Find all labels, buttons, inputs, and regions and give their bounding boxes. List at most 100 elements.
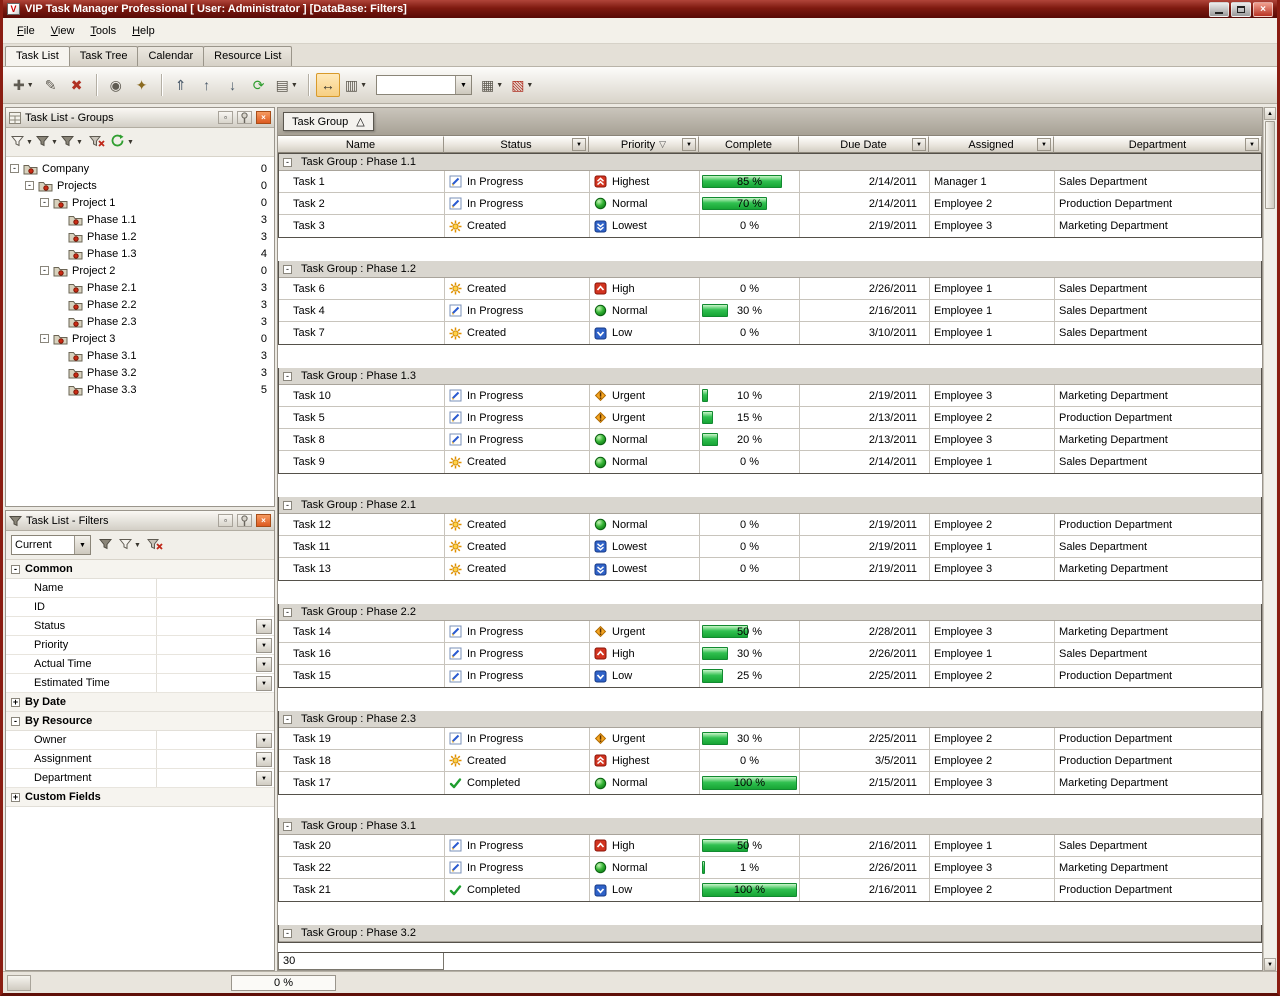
- cell-assigned[interactable]: Employee 1: [930, 835, 1055, 856]
- cell-complete[interactable]: 1 %: [700, 857, 800, 878]
- filter-dropdown-icon[interactable]: ▼: [256, 771, 272, 786]
- tree-item-phase-3-3[interactable]: Phase 3.35: [6, 381, 274, 398]
- task-row[interactable]: Task 13CreatedLowest0 %2/19/2011Employee…: [279, 558, 1261, 580]
- cell-complete[interactable]: 10 %: [700, 385, 800, 406]
- cell-status[interactable]: In Progress: [445, 728, 590, 749]
- cell-due-date[interactable]: 2/14/2011: [800, 451, 930, 473]
- cell-name[interactable]: Task 7: [279, 322, 445, 344]
- print-icon[interactable]: ▤▼: [273, 73, 301, 97]
- tree-item-projects[interactable]: -Projects0: [6, 177, 274, 194]
- cell-assigned[interactable]: Employee 2: [930, 193, 1055, 214]
- cell-assigned[interactable]: Employee 1: [930, 322, 1055, 344]
- cell-assigned[interactable]: Employee 2: [930, 750, 1055, 771]
- tree-item-phase-2-2[interactable]: Phase 2.23: [6, 296, 274, 313]
- task-row[interactable]: Task 6CreatedHigh0 %2/26/2011Employee 1S…: [279, 278, 1261, 300]
- cell-complete[interactable]: 0 %: [700, 278, 800, 299]
- filter-dropdown-icon[interactable]: ▼: [256, 752, 272, 767]
- cell-priority[interactable]: Normal: [590, 429, 700, 450]
- panel-minimize-button[interactable]: ▫: [218, 514, 233, 527]
- cell-name[interactable]: Task 12: [279, 514, 445, 535]
- dropdown-arrow-icon[interactable]: ▼: [76, 139, 83, 146]
- cell-due-date[interactable]: 2/28/2011: [800, 621, 930, 642]
- cell-assigned[interactable]: Employee 2: [930, 879, 1055, 901]
- task-row[interactable]: Task 9CreatedNormal0 %2/14/2011Employee …: [279, 451, 1261, 473]
- cell-priority[interactable]: Urgent: [590, 407, 700, 428]
- filter-dropdown-icon[interactable]: ▼: [256, 638, 272, 653]
- task-row[interactable]: Task 3CreatedLowest0 %2/19/2011Employee …: [279, 215, 1261, 237]
- cell-name[interactable]: Task 15: [279, 665, 445, 687]
- cell-department[interactable]: Marketing Department: [1055, 621, 1261, 642]
- cell-complete[interactable]: 85 %: [700, 171, 800, 192]
- pin-icon[interactable]: [237, 514, 252, 527]
- task-row[interactable]: Task 17CompletedNormal100 %2/15/2011Empl…: [279, 772, 1261, 794]
- column-header-assigned[interactable]: Assigned▼: [929, 136, 1054, 153]
- tree-item-project-3[interactable]: -Project 30: [6, 330, 274, 347]
- menu-file[interactable]: File: [9, 21, 43, 41]
- task-row[interactable]: Task 2In ProgressNormal70 %2/14/2011Empl…: [279, 193, 1261, 215]
- filter-dropdown-icon[interactable]: ▼: [256, 676, 272, 691]
- group-header-row[interactable]: -Task Group : Phase 2.1: [279, 497, 1261, 514]
- cell-status[interactable]: Created: [445, 536, 590, 557]
- scroll-up-icon[interactable]: ▲: [1264, 107, 1276, 120]
- task-row[interactable]: Task 14In ProgressUrgent50 %2/28/2011Emp…: [279, 621, 1261, 643]
- cell-status[interactable]: In Progress: [445, 300, 590, 321]
- cell-priority[interactable]: Low: [590, 322, 700, 344]
- menu-view[interactable]: View: [43, 21, 83, 41]
- cell-status[interactable]: Completed: [445, 772, 590, 794]
- cell-priority[interactable]: Lowest: [590, 558, 700, 580]
- tree-expander-icon[interactable]: -: [10, 164, 19, 173]
- cell-due-date[interactable]: 2/25/2011: [800, 665, 930, 687]
- menu-tools[interactable]: Tools: [82, 21, 124, 41]
- cell-assigned[interactable]: Employee 1: [930, 278, 1055, 299]
- task-row[interactable]: Task 10In ProgressUrgent10 %2/19/2011Emp…: [279, 385, 1261, 407]
- cell-name[interactable]: Task 9: [279, 451, 445, 473]
- cell-priority[interactable]: Highest: [590, 171, 700, 192]
- cell-status[interactable]: Created: [445, 278, 590, 299]
- cell-assigned[interactable]: Employee 1: [930, 536, 1055, 557]
- cell-due-date[interactable]: 2/26/2011: [800, 857, 930, 878]
- cell-status[interactable]: Completed: [445, 879, 590, 901]
- cell-priority[interactable]: Normal: [590, 300, 700, 321]
- cell-complete[interactable]: 25 %: [700, 665, 800, 687]
- cell-due-date[interactable]: 2/16/2011: [800, 300, 930, 321]
- task-row[interactable]: Task 21CompletedLow100 %2/16/2011Employe…: [279, 879, 1261, 901]
- cell-complete[interactable]: 15 %: [700, 407, 800, 428]
- cell-due-date[interactable]: 2/19/2011: [800, 514, 930, 535]
- group-header-row[interactable]: -Task Group : Phase 1.3: [279, 368, 1261, 385]
- cell-status[interactable]: In Progress: [445, 857, 590, 878]
- tree-item-phase-3-1[interactable]: Phase 3.13: [6, 347, 274, 364]
- cell-department[interactable]: Sales Department: [1055, 451, 1261, 473]
- cell-status[interactable]: Created: [445, 514, 590, 535]
- group-header-row[interactable]: -Task Group : Phase 2.3: [279, 711, 1261, 728]
- task-row[interactable]: Task 15In ProgressLow25 %2/25/2011Employ…: [279, 665, 1261, 687]
- dropdown-arrow-icon[interactable]: ▼: [291, 82, 298, 89]
- cell-due-date[interactable]: 2/19/2011: [800, 558, 930, 580]
- find-tasks-icon[interactable]: ▦▼: [478, 73, 506, 97]
- cell-complete[interactable]: 100 %: [700, 772, 800, 794]
- inline-edit-cell[interactable]: 30: [278, 953, 444, 970]
- cell-assigned[interactable]: Employee 3: [930, 215, 1055, 237]
- cell-status[interactable]: Created: [445, 750, 590, 771]
- cell-name[interactable]: Task 13: [279, 558, 445, 580]
- cell-complete[interactable]: 0 %: [700, 322, 800, 344]
- cell-status[interactable]: In Progress: [445, 171, 590, 192]
- filter-field-value[interactable]: [156, 579, 274, 597]
- task-row[interactable]: Task 11CreatedLowest0 %2/19/2011Employee…: [279, 536, 1261, 558]
- cell-assigned[interactable]: Employee 2: [930, 728, 1055, 749]
- dropdown-arrow-icon[interactable]: ▼: [74, 536, 90, 554]
- tree-item-phase-3-2[interactable]: Phase 3.23: [6, 364, 274, 381]
- edit-task-icon[interactable]: ✎: [39, 73, 63, 97]
- scroll-down-icon[interactable]: ▼: [1264, 958, 1276, 971]
- filter-group-by-date[interactable]: +By Date: [6, 693, 274, 712]
- cell-priority[interactable]: Lowest: [590, 536, 700, 557]
- cell-name[interactable]: Task 22: [279, 857, 445, 878]
- group-collapse-icon[interactable]: -: [283, 822, 292, 831]
- cell-priority[interactable]: Normal: [590, 857, 700, 878]
- cell-status[interactable]: In Progress: [445, 429, 590, 450]
- task-row[interactable]: Task 5In ProgressUrgent15 %2/13/2011Empl…: [279, 407, 1261, 429]
- column-header-name[interactable]: Name: [278, 136, 444, 153]
- dropdown-arrow-icon[interactable]: ▼: [127, 139, 134, 146]
- cell-department[interactable]: Sales Department: [1055, 643, 1261, 664]
- clear-filter-icon[interactable]: [144, 534, 166, 556]
- column-header-priority[interactable]: Priority▽▼: [589, 136, 699, 153]
